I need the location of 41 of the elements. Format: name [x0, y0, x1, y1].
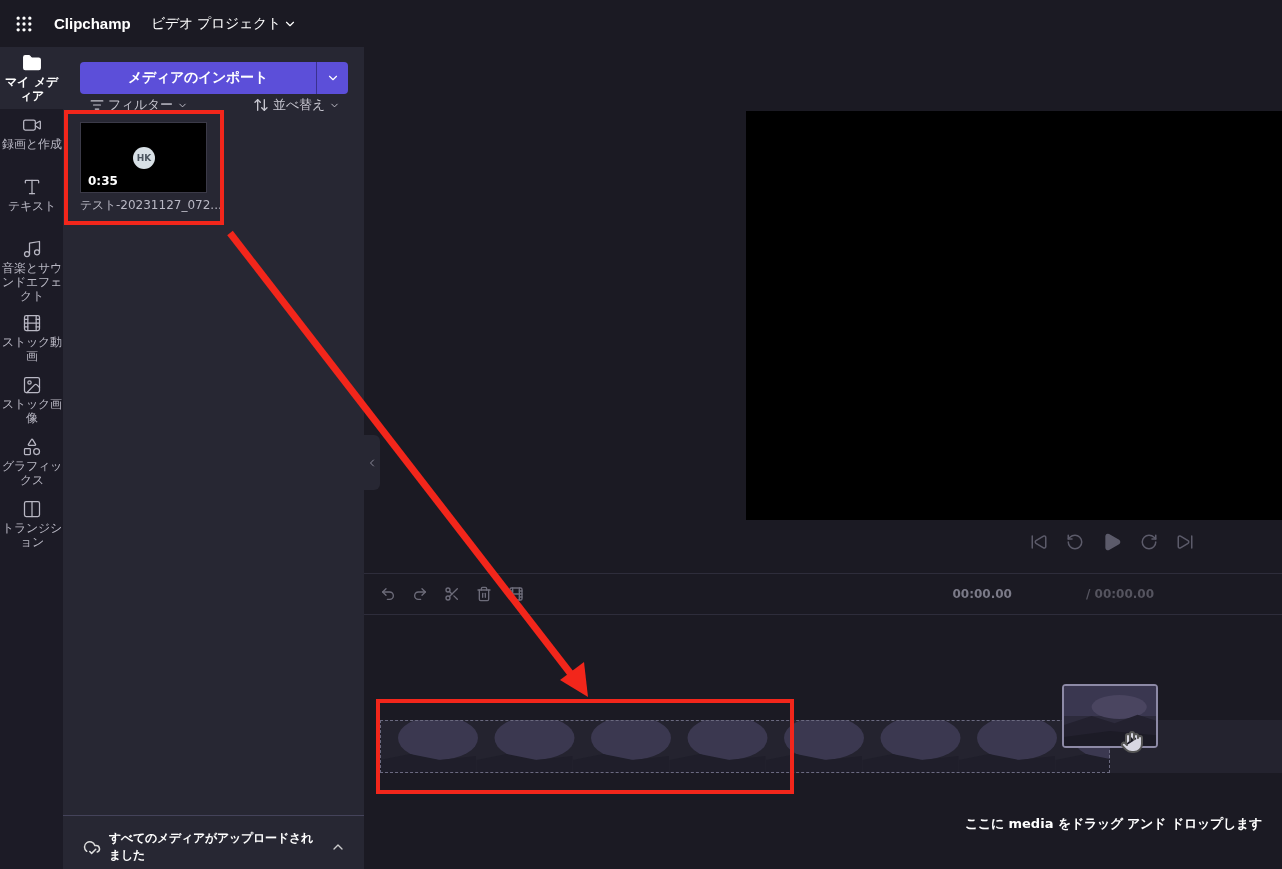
- import-media-button[interactable]: メディアのインポート: [80, 62, 316, 94]
- current-time: 00:00.00: [952, 587, 1012, 601]
- forward-icon[interactable]: [1140, 533, 1158, 551]
- nav-item[interactable]: マイ メディア: [0, 47, 63, 109]
- film-icon: [21, 313, 42, 334]
- filter-icon: [90, 98, 104, 112]
- rewind-icon[interactable]: [1066, 533, 1084, 551]
- drop-hint: ここに media をドラッグ アンド ドロップします: [965, 815, 1262, 833]
- avatar-badge: HK: [133, 147, 155, 169]
- project-title-dropdown[interactable]: ビデオ プロジェクト: [148, 12, 300, 35]
- music-note-icon: [21, 239, 42, 259]
- add-media-icon[interactable]: [508, 586, 524, 602]
- nav-item[interactable]: テキスト: [0, 171, 63, 233]
- skip-back-icon[interactable]: [1030, 533, 1048, 551]
- folder-icon: [21, 53, 42, 73]
- nav-item[interactable]: ストック画像: [0, 369, 63, 432]
- skip-forward-icon[interactable]: [1176, 533, 1194, 551]
- nav-item[interactable]: トランジション: [0, 493, 63, 556]
- sort-button[interactable]: 並べ替え: [253, 96, 340, 114]
- shapes-icon: [21, 437, 42, 458]
- total-time: / 00:00.00: [1086, 587, 1154, 601]
- split-icon[interactable]: [444, 586, 460, 602]
- nav-item[interactable]: ストック動画: [0, 307, 63, 370]
- media-thumbnail[interactable]: HK 0:35: [80, 122, 207, 193]
- transition-icon: [21, 499, 42, 520]
- image-icon: [21, 375, 42, 396]
- duration-label: 0:35: [88, 174, 118, 188]
- sort-arrows-icon: [253, 97, 269, 113]
- redo-icon[interactable]: [412, 586, 428, 602]
- media-name: テスト-20231127_072...: [80, 197, 222, 213]
- app-name: Clipchamp: [54, 15, 131, 32]
- nav-item[interactable]: 音楽とサウンドエフェクト: [0, 233, 63, 308]
- undo-icon[interactable]: [380, 586, 396, 602]
- delete-icon[interactable]: [476, 586, 492, 602]
- nav-item[interactable]: 録画と作成: [0, 109, 63, 171]
- filter-button[interactable]: フィルター: [90, 96, 188, 114]
- import-options-button[interactable]: [316, 62, 348, 94]
- collapse-panel-handle[interactable]: [364, 435, 380, 490]
- upload-status: すべてのメディアがアップロードされました: [109, 830, 314, 863]
- nav-item[interactable]: グラフィックス: [0, 431, 63, 494]
- play-icon[interactable]: [1102, 532, 1122, 552]
